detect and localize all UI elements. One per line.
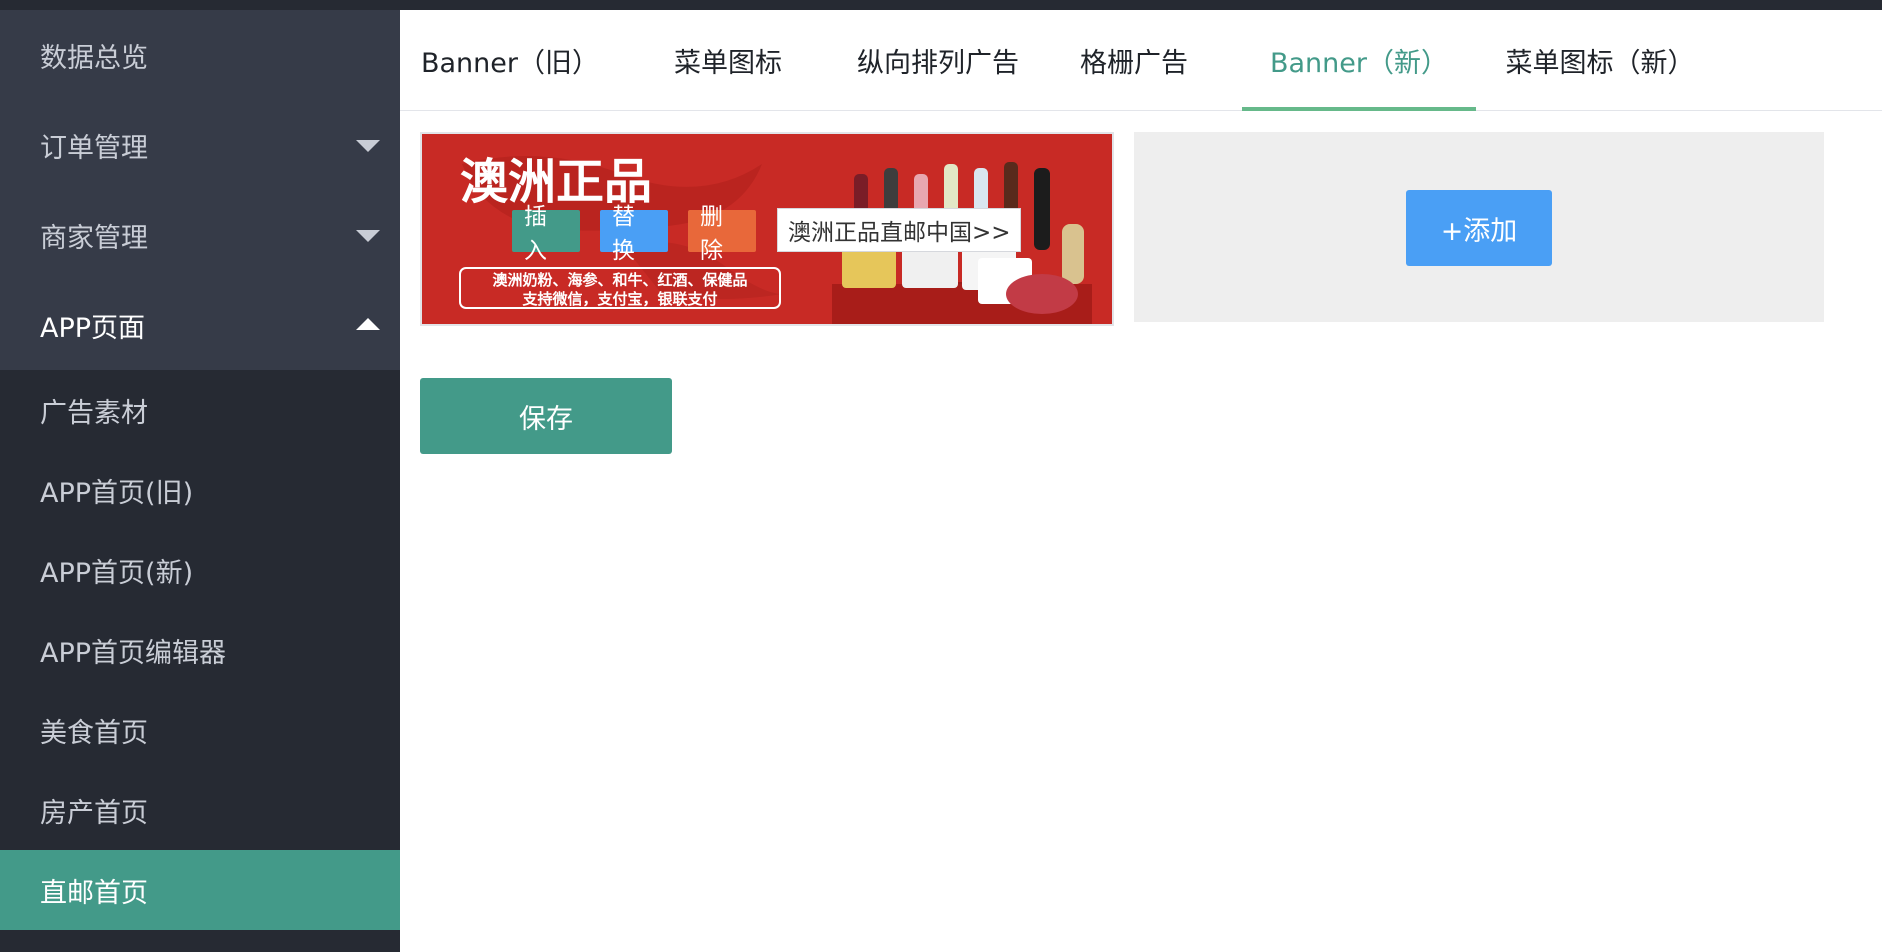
sidebar-item-direct-mail-home[interactable]: 直邮首页 bbox=[0, 850, 400, 930]
top-bar bbox=[0, 0, 1882, 10]
sidebar-item-label: APP首页(旧) bbox=[40, 477, 194, 509]
tab-label: 纵向排列广告 bbox=[857, 48, 1019, 79]
delete-button[interactable]: 删除 bbox=[688, 204, 756, 264]
sidebar: 数据总览 订单管理 商家管理 APP页面 广告素材 APP首页(旧) APP首页… bbox=[0, 10, 400, 952]
chevron-up-icon bbox=[356, 318, 380, 330]
add-banner-button[interactable]: +添加 bbox=[1406, 190, 1552, 266]
tab-label: 格栅广告 bbox=[1080, 48, 1188, 79]
chevron-down-icon bbox=[356, 140, 380, 152]
svg-text:澳洲奶粉、海参、和牛、红酒、保健品: 澳洲奶粉、海参、和牛、红酒、保健品 bbox=[492, 271, 747, 289]
tab-grid-ads[interactable]: 格栅广告 bbox=[1068, 10, 1200, 111]
sidebar-item-label: 广告素材 bbox=[40, 397, 148, 429]
sidebar-item-property-home[interactable]: 房产首页 bbox=[0, 770, 400, 850]
tab-label: 菜单图标 bbox=[674, 48, 782, 79]
sidebar-item-label: 美食首页 bbox=[40, 717, 148, 749]
sidebar-item-label: 直邮首页 bbox=[40, 877, 148, 909]
insert-button[interactable]: 插入 bbox=[512, 204, 580, 264]
tab-banner-old[interactable]: Banner（旧） bbox=[410, 10, 610, 111]
sidebar-item-orders[interactable]: 订单管理 bbox=[0, 100, 400, 190]
sidebar-item-label: APP页面 bbox=[40, 312, 146, 344]
save-button[interactable]: 保存 bbox=[420, 378, 672, 454]
sidebar-item-label: 数据总览 bbox=[40, 42, 148, 74]
sidebar-item-label: APP首页(新) bbox=[40, 557, 194, 589]
sidebar-item-merchants[interactable]: 商家管理 bbox=[0, 190, 400, 280]
sidebar-item-dashboard[interactable]: 数据总览 bbox=[0, 10, 400, 100]
sidebar-item-app-pages[interactable]: APP页面 bbox=[0, 280, 400, 370]
replace-button[interactable]: 替换 bbox=[600, 204, 668, 264]
tab-label: Banner（新） bbox=[1269, 48, 1448, 79]
tab-label: 菜单图标（新） bbox=[1505, 48, 1695, 79]
sidebar-item-label: 商家管理 bbox=[40, 222, 148, 254]
active-tab-indicator bbox=[1242, 107, 1476, 111]
chevron-down-icon bbox=[356, 230, 380, 242]
sidebar-item-label: APP首页编辑器 bbox=[40, 637, 227, 669]
tab-banner-new[interactable]: Banner（新） bbox=[1242, 10, 1476, 111]
sidebar-item-app-home-new[interactable]: APP首页(新) bbox=[0, 530, 400, 610]
sidebar-item-label: 房产首页 bbox=[40, 797, 148, 829]
sidebar-item-food-home[interactable]: 美食首页 bbox=[0, 690, 400, 770]
svg-text:支持微信，支付宝，银联支付: 支持微信，支付宝，银联支付 bbox=[521, 290, 717, 308]
banner-link-label: 澳洲正品直邮中国>> bbox=[777, 208, 1021, 252]
tab-vertical-ads[interactable]: 纵向排列广告 bbox=[848, 10, 1028, 111]
tab-bar: Banner（旧） 菜单图标 纵向排列广告 格栅广告 Banner（新） 菜单图… bbox=[400, 10, 1882, 111]
tab-menu-icons-new[interactable]: 菜单图标（新） bbox=[1500, 10, 1700, 111]
sidebar-item-app-home-old[interactable]: APP首页(旧) bbox=[0, 450, 400, 530]
tab-label: Banner（旧） bbox=[420, 48, 599, 79]
sidebar-submenu: 广告素材 APP首页(旧) APP首页(新) APP首页编辑器 美食首页 房产首… bbox=[0, 370, 400, 952]
sidebar-item-ad-materials[interactable]: 广告素材 bbox=[0, 370, 400, 450]
tab-menu-icons[interactable]: 菜单图标 bbox=[648, 10, 808, 111]
sidebar-item-label: 订单管理 bbox=[40, 132, 148, 164]
sidebar-item-app-home-editor[interactable]: APP首页编辑器 bbox=[0, 610, 400, 690]
